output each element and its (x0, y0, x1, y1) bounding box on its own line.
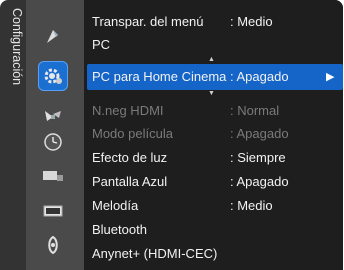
menu-item-value: : Medio (230, 14, 273, 29)
menu-item-label: N.neg HDMI (92, 103, 164, 118)
menu-item-label: Pantalla Azul (92, 174, 168, 189)
clock-icon[interactable] (42, 131, 64, 153)
menu-item-value: : Medio (230, 198, 273, 213)
menu-item-blue-screen[interactable]: Pantalla Azul : Apagado (84, 170, 343, 194)
category-icon-column: ◀ (26, 0, 111, 270)
menu-item-label: Efecto de luz (92, 150, 168, 165)
menu-item-label: Anynet+ (HDMI-CEC) (92, 246, 218, 261)
category-label: Configuración (10, 8, 24, 86)
menu-item-hdmi-black-level: N.neg HDMI : Normal (84, 99, 343, 123)
picture-icon[interactable] (42, 26, 64, 48)
menu-item-menu-transparency[interactable]: Transpar. del menú : Medio (84, 10, 343, 34)
menu-item-label: Melodía (92, 198, 139, 213)
menu-item-light-effect[interactable]: Efecto de luz : Siempre (84, 146, 343, 170)
menu-item-label: PC para Home Cinema (92, 69, 227, 84)
menu-item-value: : Apagado (230, 174, 289, 189)
menu-item-pc[interactable]: PC (84, 33, 343, 57)
menu-item-pc-home-cinema[interactable]: PC para Home Cinema : Apagado ▶ (87, 64, 343, 90)
menu-item-film-mode: Modo película : Apagado (84, 122, 343, 146)
input-source-icon[interactable] (42, 165, 64, 187)
menu-item-melody[interactable]: Melodía : Medio (84, 194, 343, 218)
menu-item-value: : Apagado (230, 69, 289, 84)
scroll-up-indicator: ▲ (208, 56, 215, 63)
scroll-down-indicator: ▼ (208, 90, 215, 97)
screen-icon[interactable] (42, 200, 64, 222)
menu-item-label: Bluetooth (92, 222, 147, 237)
menu-item-bluetooth[interactable]: Bluetooth (84, 218, 343, 242)
satellite-dish-icon[interactable] (42, 105, 64, 127)
menu-item-label: PC (92, 37, 111, 52)
settings-menu-list: Transpar. del menú : Medio PC ▲ PC para … (84, 0, 343, 270)
tv-osd-menu: Configuración ◀ (0, 0, 343, 270)
category-sidebar: Configuración (0, 0, 26, 270)
setup-gear-icon[interactable] (38, 61, 68, 91)
menu-item-value: : Apagado (230, 126, 289, 141)
menu-item-label: Modo película (92, 126, 173, 141)
submenu-arrow-icon: ▶ (326, 71, 335, 83)
menu-item-value: : Siempre (230, 150, 286, 165)
anynet-icon[interactable] (42, 234, 64, 256)
menu-item-value: : Normal (230, 103, 280, 118)
menu-item-label: Transpar. del menú (92, 14, 204, 29)
menu-item-anynet[interactable]: Anynet+ (HDMI-CEC) (84, 242, 343, 266)
